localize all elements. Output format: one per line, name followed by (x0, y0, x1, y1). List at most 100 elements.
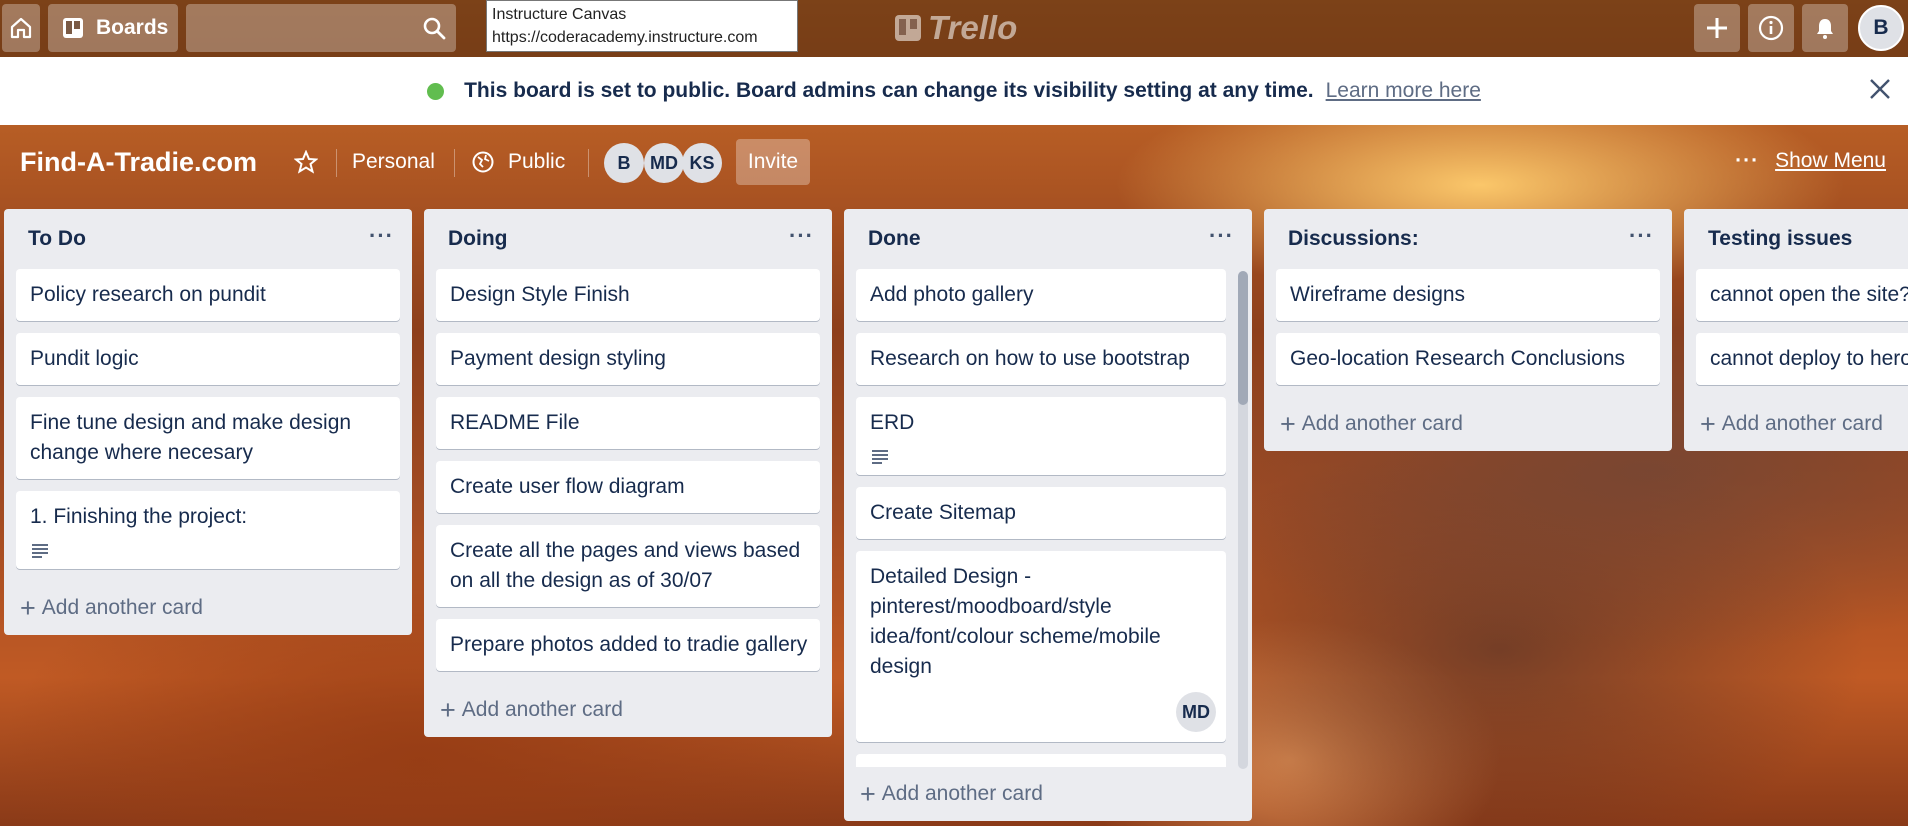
invite-button[interactable]: Invite (736, 139, 810, 185)
card-title: Create all the pages and views based on … (450, 539, 801, 592)
notifications-button[interactable] (1802, 4, 1848, 52)
card[interactable]: Create user flow diagram (436, 461, 820, 513)
card[interactable]: Prepare photos added to tradie gallery (436, 619, 820, 671)
card-title: Policy research on pundit (30, 283, 266, 306)
card[interactable]: Detailed Design - pinterest/moodboard/st… (856, 551, 1226, 742)
add-card-button[interactable]: + Add another card (4, 581, 412, 635)
card[interactable]: Add photo gallery (856, 269, 1226, 321)
scroll-thumb[interactable] (1238, 271, 1248, 405)
list-title[interactable]: Discussions: (1288, 227, 1419, 251)
home-button[interactable] (2, 4, 40, 52)
card[interactable]: Payment design styling (436, 333, 820, 385)
boards-icon (63, 18, 83, 38)
add-card-button[interactable]: + Add another card (424, 683, 832, 737)
add-card-label: Add another card (41, 596, 203, 619)
board-title[interactable]: Find-A-Tradie.com (20, 147, 257, 178)
list-scroll-area: Add photo gallery Research on how to use… (844, 269, 1252, 767)
add-card-label: Add another card (881, 782, 1043, 805)
card-title: Pundit logic (30, 347, 139, 370)
boards-label: Boards (96, 16, 169, 39)
banner-message: This board is set to public. Board admin… (464, 79, 1314, 102)
list-done: Done ··· Add photo gallery Research on h… (844, 209, 1252, 821)
create-button[interactable] (1694, 4, 1740, 52)
globe-icon (472, 151, 494, 173)
card-title: Create user flow diagram (450, 475, 685, 498)
list-testing-issues: Testing issues cannot open the site? can… (1684, 209, 1908, 451)
card[interactable]: Policy research on pundit (16, 269, 400, 321)
member-avatar[interactable]: B (604, 143, 644, 183)
list-title[interactable]: Done (868, 227, 921, 251)
card-member-avatar[interactable]: MD (1176, 692, 1216, 732)
star-icon (294, 150, 318, 174)
list-menu-button[interactable]: ··· (1629, 223, 1654, 249)
add-card-label: Add another card (1721, 412, 1883, 435)
list-menu-button[interactable]: ··· (789, 223, 814, 249)
visibility-button[interactable]: Public (472, 141, 565, 183)
header-divider (454, 149, 455, 177)
list-scrollbar[interactable] (1238, 271, 1248, 769)
card[interactable]: Create Sitemap (856, 487, 1226, 539)
card[interactable]: cannot deploy to hero (1696, 333, 1908, 385)
card[interactable]: Design Style Finish (436, 269, 820, 321)
card[interactable]: Research on how to use bootstrap (856, 333, 1226, 385)
browser-tooltip: Instructure Canvas https://coderacademy.… (486, 0, 798, 52)
card-title: Design Style Finish (450, 283, 630, 306)
board-header: Find-A-Tradie.com Personal Public B MD K… (0, 137, 1908, 189)
card-title: Prepare photos added to tradie gallery (450, 633, 808, 656)
user-avatar[interactable]: B (1858, 5, 1904, 51)
list-menu-button[interactable]: ··· (369, 223, 394, 249)
star-button[interactable] (294, 141, 318, 183)
card[interactable]: 1. Finishing the project: (16, 491, 400, 569)
add-card-button[interactable]: + Add another card (844, 767, 1252, 821)
card-title: Geo-location Research Conclusions (1290, 347, 1626, 370)
card[interactable] (856, 754, 1226, 767)
show-menu-label: Show Menu (1775, 149, 1886, 172)
card-title: Fine tune design and make design change … (30, 411, 352, 464)
card[interactable]: ERD (856, 397, 1226, 475)
list-title[interactable]: Testing issues (1708, 227, 1852, 251)
card[interactable]: Geo-location Research Conclusions (1276, 333, 1660, 385)
trello-logo[interactable]: Trello (894, 8, 1017, 48)
list-title[interactable]: Doing (448, 227, 507, 251)
plus-icon: + (1280, 408, 1296, 439)
card-title: Payment design styling (450, 347, 666, 370)
member-avatar[interactable]: KS (682, 143, 722, 183)
card[interactable]: Pundit logic (16, 333, 400, 385)
public-board-banner: This board is set to public. Board admin… (0, 57, 1908, 125)
plus-icon: + (440, 694, 456, 725)
card-title: ERD (870, 411, 915, 434)
search-input[interactable] (186, 4, 456, 52)
list-doing: Doing ··· Design Style Finish Payment de… (424, 209, 832, 737)
close-banner-button[interactable] (1868, 77, 1892, 107)
info-button[interactable] (1748, 4, 1794, 52)
boards-button[interactable]: Boards (48, 4, 178, 52)
trello-logo-icon (895, 15, 921, 41)
learn-more-link[interactable]: Learn more here (1326, 79, 1481, 103)
card-title: Research on how to use bootstrap (870, 347, 1190, 370)
list-menu-button[interactable]: ··· (1209, 223, 1234, 249)
plus-icon (1707, 18, 1727, 38)
card-title: Create Sitemap (870, 501, 1016, 524)
top-nav: Boards Instructure Canvas https://codera… (0, 0, 1908, 57)
card[interactable]: Create all the pages and views based on … (436, 525, 820, 607)
card-title: Wireframe designs (1290, 283, 1466, 306)
card-title: 1. Finishing the project: (30, 505, 248, 528)
header-divider (588, 149, 589, 177)
bell-icon (1817, 19, 1833, 39)
card[interactable]: Wireframe designs (1276, 269, 1660, 321)
tooltip-url: https://coderacademy.instructure.com (492, 29, 758, 46)
team-button[interactable]: Personal (352, 141, 435, 183)
card[interactable]: cannot open the site? (1696, 269, 1908, 321)
card-title: cannot deploy to hero (1710, 347, 1908, 370)
card[interactable]: Fine tune design and make design change … (16, 397, 400, 479)
list-title[interactable]: To Do (28, 227, 86, 251)
add-card-button[interactable]: + Add another card (1684, 397, 1908, 451)
add-card-label: Add another card (1301, 412, 1463, 435)
card[interactable]: README File (436, 397, 820, 449)
description-icon (30, 538, 388, 558)
more-icon: ··· (1735, 149, 1760, 172)
add-card-button[interactable]: + Add another card (1264, 397, 1672, 451)
list-to-do: To Do ··· Policy research on pundit Pund… (4, 209, 412, 635)
member-avatar[interactable]: MD (644, 143, 684, 183)
show-menu-button[interactable]: ··· Show Menu (1735, 149, 1886, 173)
